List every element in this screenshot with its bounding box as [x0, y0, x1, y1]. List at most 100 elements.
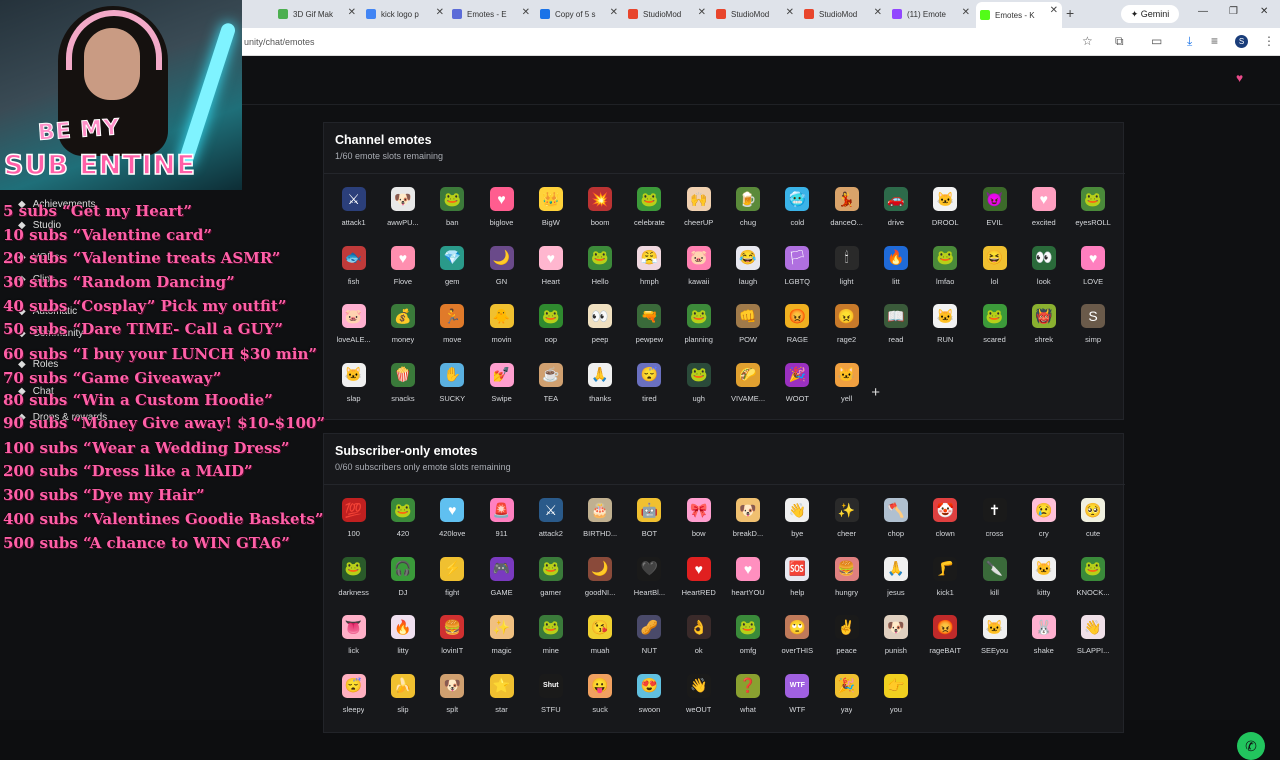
- tab-close-icon[interactable]: ✕: [786, 7, 794, 18]
- emote-tile[interactable]: 🙄 overTHIS: [773, 611, 822, 670]
- browser-tab[interactable]: Copy of 5 s ✕: [536, 4, 622, 24]
- emote-tile[interactable]: 🐰 shake: [1019, 611, 1068, 670]
- heart-icon[interactable]: ♥: [1236, 71, 1243, 85]
- gemini-button[interactable]: ✦ Gemini: [1121, 5, 1179, 23]
- browser-tab[interactable]: Emotes - K ✕: [976, 2, 1062, 28]
- help-chat-button[interactable]: ✆: [1237, 732, 1265, 760]
- emote-tile[interactable]: 😡 RAGE: [773, 300, 822, 359]
- emote-tile[interactable]: 👋 SLAPPI...: [1068, 611, 1117, 670]
- tab-close-icon[interactable]: ✕: [962, 7, 970, 18]
- tab-close-icon[interactable]: ✕: [522, 7, 530, 18]
- emote-tile[interactable]: ♥ Heart: [526, 242, 575, 301]
- minimize-icon[interactable]: —: [1198, 6, 1208, 17]
- emote-tile[interactable]: ♥ HeartRED: [674, 553, 723, 612]
- emote-tile[interactable]: ♥ biglove: [477, 183, 526, 242]
- browser-tab[interactable]: (11) Emote ✕: [888, 4, 974, 24]
- emote-tile[interactable]: 🚗 drive: [871, 183, 920, 242]
- emote-tile[interactable]: 🐸 omfg: [723, 611, 772, 670]
- emote-tile[interactable]: 🍔 hungry: [822, 553, 871, 612]
- bookmark-star-icon[interactable]: ☆: [1082, 34, 1093, 48]
- emote-tile[interactable]: 🔥 litt: [871, 242, 920, 301]
- tab-close-icon[interactable]: ✕: [874, 7, 882, 18]
- tab-close-icon[interactable]: ✕: [348, 7, 356, 18]
- emote-tile[interactable]: 😆 lol: [970, 242, 1019, 301]
- emote-tile[interactable]: 🖤 HeartBl...: [625, 553, 674, 612]
- emote-tile[interactable]: 🪓 chop: [871, 494, 920, 553]
- tab-close-icon[interactable]: ✕: [610, 7, 618, 18]
- emote-tile[interactable]: 🌙 GN: [477, 242, 526, 301]
- emote-tile[interactable]: 🐸 planning: [674, 300, 723, 359]
- emote-tile[interactable]: 🐸 ban: [428, 183, 477, 242]
- emote-tile[interactable]: 🆘 help: [773, 553, 822, 612]
- emote-tile[interactable]: ♥ 420love: [428, 494, 477, 553]
- emote-tile[interactable]: 👌 ok: [674, 611, 723, 670]
- emote-tile[interactable]: 🐸 lmfao: [921, 242, 970, 301]
- emote-tile[interactable]: 🐱 yell: [822, 359, 871, 418]
- add-emote-button[interactable]: +: [871, 359, 920, 418]
- emote-tile[interactable]: ✝ cross: [970, 494, 1019, 553]
- extensions-icon[interactable]: ⧉: [1115, 34, 1124, 49]
- emote-tile[interactable]: 🐱 SEEyou: [970, 611, 1019, 670]
- emote-tile[interactable]: 👹 shrek: [1019, 300, 1068, 359]
- emote-tile[interactable]: 🐸 eyesROLL: [1068, 183, 1117, 242]
- emote-tile[interactable]: 😂 laugh: [723, 242, 772, 301]
- emote-tile[interactable]: 😢 cry: [1019, 494, 1068, 553]
- emote-tile[interactable]: ✨ cheer: [822, 494, 871, 553]
- emote-tile[interactable]: Ssimp: [1068, 300, 1117, 359]
- emote-tile[interactable]: 😘 muah: [575, 611, 624, 670]
- emote-tile[interactable]: 💅 Swipe: [477, 359, 526, 418]
- emote-tile[interactable]: 💃 danceO...: [822, 183, 871, 242]
- emote-tile[interactable]: 🎀 bow: [674, 494, 723, 553]
- emote-tile[interactable]: 🐸 420: [378, 494, 427, 553]
- new-tab-button[interactable]: +: [1066, 5, 1074, 21]
- emote-tile[interactable]: 💎 gem: [428, 242, 477, 301]
- emote-tile[interactable]: 🐱 RUN: [921, 300, 970, 359]
- emote-tile[interactable]: 🤖 BOT: [625, 494, 674, 553]
- emote-tile[interactable]: 😤 hmph: [625, 242, 674, 301]
- close-window-icon[interactable]: ✕: [1260, 6, 1268, 17]
- emote-tile[interactable]: 🐸 ugh: [674, 359, 723, 418]
- emote-tile[interactable]: ✌ peace: [822, 611, 871, 670]
- emote-tile[interactable]: 👊 POW: [723, 300, 772, 359]
- emote-tile[interactable]: 🐶 awwPU...: [378, 183, 427, 242]
- emote-tile[interactable]: 🙏 thanks: [575, 359, 624, 418]
- emote-tile[interactable]: 🐸 gamer: [526, 553, 575, 612]
- download-icon[interactable]: ⤓: [1187, 34, 1192, 49]
- emote-tile[interactable]: ⚡ fight: [428, 553, 477, 612]
- emote-tile[interactable]: 😠 rage2: [822, 300, 871, 359]
- emote-tile[interactable]: 🐱 DROOL: [921, 183, 970, 242]
- emote-tile[interactable]: 🎂 BIRTHD...: [575, 494, 624, 553]
- emote-tile[interactable]: 🦵 kick1: [921, 553, 970, 612]
- tab-close-icon[interactable]: ✕: [1050, 5, 1058, 16]
- profile-avatar[interactable]: S: [1235, 35, 1248, 48]
- emote-tile[interactable]: 🙌 cheerUP: [674, 183, 723, 242]
- emote-tile[interactable]: 🌙 goodNI...: [575, 553, 624, 612]
- tab-close-icon[interactable]: ✕: [698, 7, 706, 18]
- emote-tile[interactable]: 📖 read: [871, 300, 920, 359]
- emote-tile[interactable]: 🐸 scared: [970, 300, 1019, 359]
- emote-tile[interactable]: 🎮 GAME: [477, 553, 526, 612]
- emote-tile[interactable]: ♥ excited: [1019, 183, 1068, 242]
- emote-tile[interactable]: 💰 money: [378, 300, 427, 359]
- maximize-icon[interactable]: ❐: [1229, 6, 1238, 17]
- emote-tile[interactable]: 🐸 celebrate: [625, 183, 674, 242]
- browser-tab[interactable]: StudioMod ✕: [624, 4, 710, 24]
- emote-tile[interactable]: 🐷 kawaii: [674, 242, 723, 301]
- browser-tab[interactable]: kick logo p ✕: [362, 4, 448, 24]
- emote-tile[interactable]: 🐶 punish: [871, 611, 920, 670]
- emote-tile[interactable]: 🥜 NUT: [625, 611, 674, 670]
- emote-tile[interactable]: 🏃 move: [428, 300, 477, 359]
- emote-tile[interactable]: 👀 look: [1019, 242, 1068, 301]
- emote-tile[interactable]: ♥ heartYOU: [723, 553, 772, 612]
- emote-tile[interactable]: 🐥 movin: [477, 300, 526, 359]
- emote-tile[interactable]: 🥶 cold: [773, 183, 822, 242]
- emote-tile[interactable]: 🕯 light: [822, 242, 871, 301]
- emote-tile[interactable]: 🐸 oop: [526, 300, 575, 359]
- emote-tile[interactable]: 🐸 Hello: [575, 242, 624, 301]
- emote-tile[interactable]: 🍿 snacks: [378, 359, 427, 418]
- emote-tile[interactable]: ⚔ attack2: [526, 494, 575, 553]
- emote-tile[interactable]: 🥺 cute: [1068, 494, 1117, 553]
- browser-tab[interactable]: StudioMod ✕: [712, 4, 798, 24]
- emote-tile[interactable]: ☕ TEA: [526, 359, 575, 418]
- emote-tile[interactable]: 💥 boom: [575, 183, 624, 242]
